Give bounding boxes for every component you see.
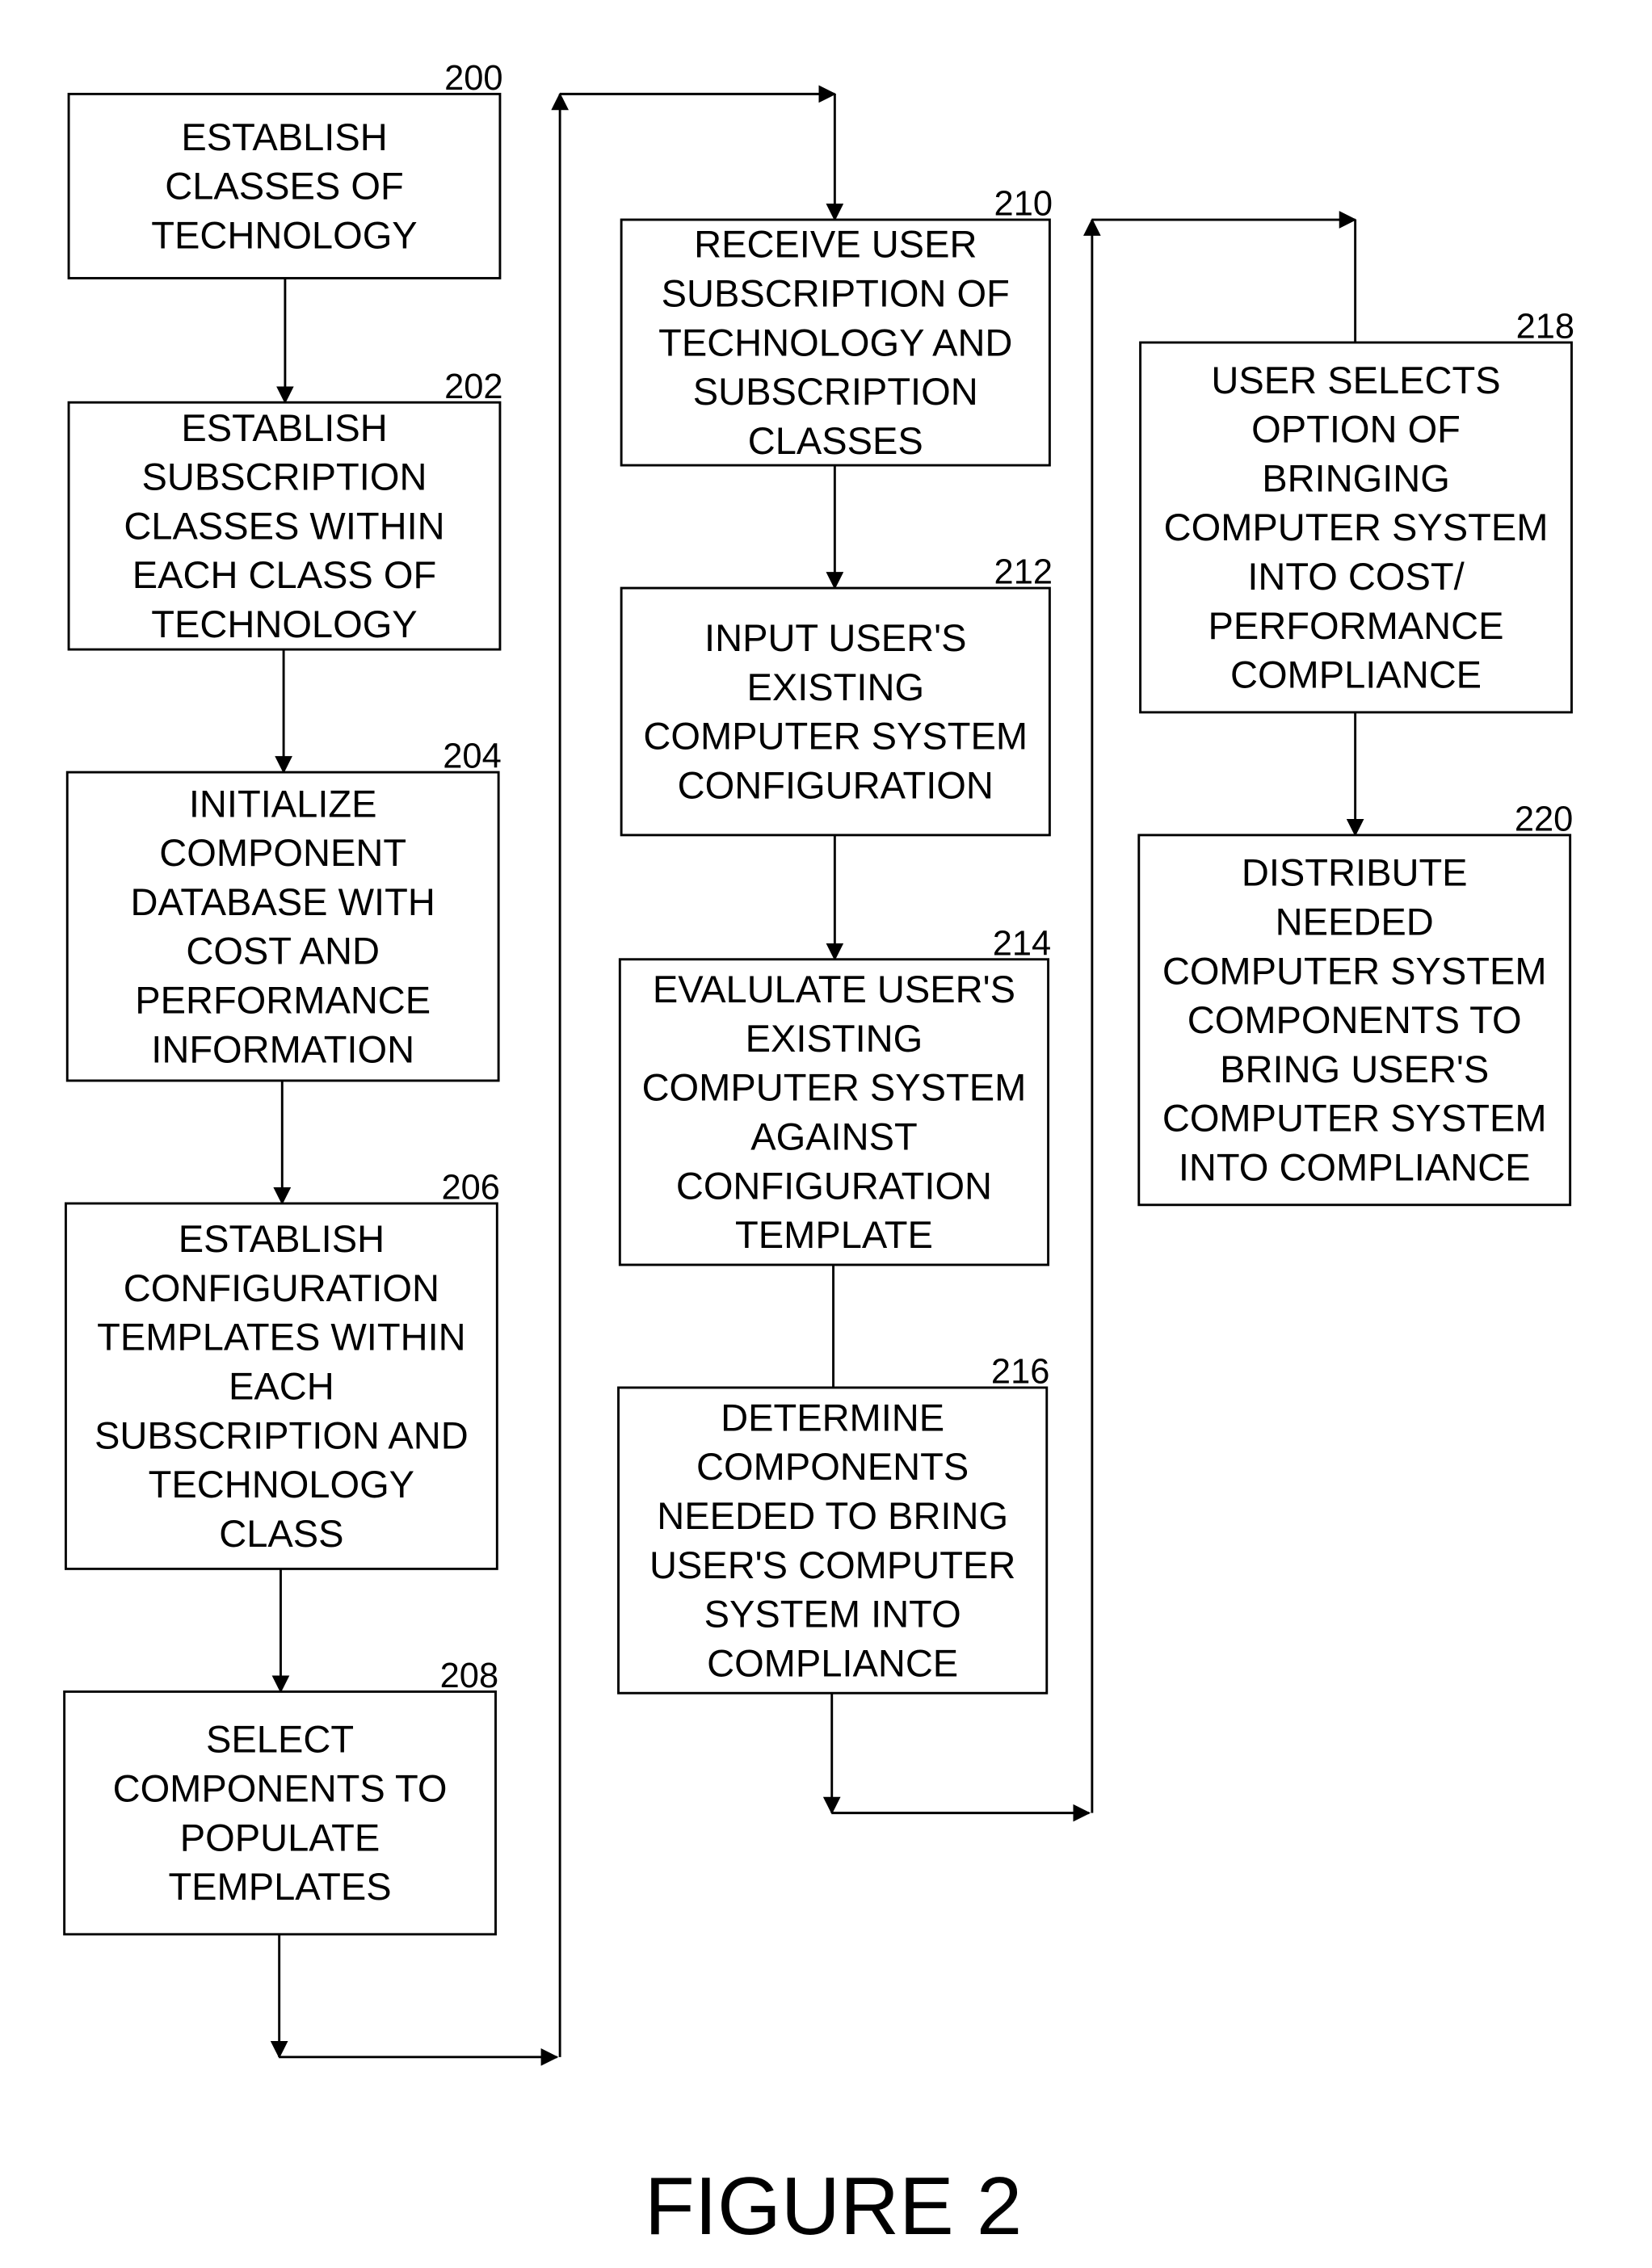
step-text-line: COST AND (186, 930, 380, 972)
step-text-line: INITIALIZE (189, 782, 377, 825)
step-text-line: NEEDED TO BRING (657, 1494, 1008, 1537)
step-text-line: AGAINST (750, 1115, 918, 1158)
step-text-line: SUBSCRIPTION (142, 456, 427, 498)
step-text-line: USER SELECTS (1211, 359, 1500, 401)
step-text-line: NEEDED (1276, 901, 1434, 943)
step-text-line: CLASS (219, 1512, 343, 1555)
step-text-line: ESTABLISH (181, 116, 387, 158)
step-text-line: INTO COST/ (1247, 555, 1465, 598)
step-text-line: SUBSCRIPTION AND (95, 1413, 469, 1456)
step-text-line: PERFORMANCE (1209, 604, 1504, 647)
step-text-line: CONFIGURATION (676, 1164, 992, 1207)
step-text-line: COMPLIANCE (1230, 653, 1482, 696)
step-text-line: COMPUTER SYSTEM (1162, 949, 1547, 992)
step-text-line: DETERMINE (721, 1396, 944, 1438)
step-200: 200 ESTABLISH CLASSES OF TECHNOLOGY (67, 59, 503, 279)
step-text-line: USER'S COMPUTER (649, 1544, 1015, 1586)
step-text-line: COMPUTER SYSTEM (1164, 506, 1549, 548)
step-ref-number: 216 (991, 1353, 1049, 1392)
step-ref-number: 212 (994, 553, 1053, 592)
step-text-line: TEMPLATE (735, 1213, 933, 1256)
step-text-line: INTO COMPLIANCE (1179, 1146, 1531, 1189)
step-text-line: COMPONENTS (696, 1445, 969, 1488)
step-text-line: SUBSCRIPTION OF (662, 272, 1010, 315)
step-text-line: COMPLIANCE (707, 1641, 958, 1684)
step-text-line: CLASSES OF (165, 165, 403, 208)
step-text-line: CONFIGURATION (124, 1266, 439, 1309)
step-text-line: COMPUTER SYSTEM (643, 715, 1028, 758)
step-text-line: COMPONENT (159, 831, 406, 874)
step-208: 208 SELECT COMPONENTS TO POPULATE TEMPLATES (63, 1657, 498, 1936)
step-ref-number: 202 (444, 368, 502, 406)
step-text-line: TECHNOLOGY (151, 213, 417, 256)
step-text-line: SUBSCRIPTION (693, 370, 978, 413)
step-text-line: TEMPLATES WITHIN (97, 1316, 466, 1359)
step-ref-number: 218 (1516, 308, 1574, 346)
step-text-line: EXISTING (746, 666, 924, 708)
step-218: 218 USER SELECTS OPTION OF BRINGING COMPUTER… (1139, 308, 1574, 714)
step-ref-number: 210 (994, 185, 1053, 224)
step-ref-number: 208 (440, 1657, 498, 1695)
step-text-line: BRING USER'S (1220, 1048, 1489, 1090)
step-text-line: TEMPLATES (168, 1865, 391, 1908)
step-ref-number: 220 (1515, 800, 1573, 838)
step-204: 204 INITIALIZE COMPONENT DATABASE WITH COST … (65, 737, 502, 1082)
step-text-line: COMPONENTS TO (1188, 998, 1522, 1041)
step-text-line: EVALULATE USER'S (653, 968, 1015, 1010)
figure-caption: FIGURE 2 (645, 2161, 1022, 2252)
step-206: 206 ESTABLISH CONFIGURATION TEMPLATES WITHI… (64, 1169, 500, 1570)
step-text-line: INPUT USER'S (704, 616, 966, 659)
step-text-line: CONFIGURATION (678, 763, 994, 806)
step-text-line: EXISTING (746, 1017, 923, 1060)
step-text-line: EACH (229, 1364, 334, 1407)
step-text-line: TECHNOLOGY AND (658, 321, 1012, 363)
step-220: 220 DISTRIBUTE NEEDED COMPUTER SYSTEM COMPON… (1137, 800, 1573, 1207)
flowchart: 200 ESTABLISH CLASSES OF TECHNOLOGY 202 ESTAB… (63, 59, 1574, 2252)
step-210: 210 RECEIVE USER SUBSCRIPTION OF TECHNOLOGY… (620, 185, 1053, 467)
step-ref-number: 200 (444, 59, 502, 98)
step-text-line: COMPUTER SYSTEM (642, 1066, 1027, 1109)
step-text-line: ESTABLISH (181, 406, 387, 449)
step-212: 212 INPUT USER'S EXISTING COMPUTER SYSTEM CO… (620, 553, 1053, 837)
step-text-line: PERFORMANCE (135, 979, 431, 1022)
step-202: 202 ESTABLISH SUBSCRIPTION CLASSES WITHIN EA… (67, 368, 503, 651)
step-text-line: COMPONENTS TO (113, 1767, 448, 1810)
step-text-line: INFORMATION (151, 1027, 414, 1070)
step-text-line: COMPUTER SYSTEM (1162, 1097, 1547, 1140)
step-text-line: SELECT (206, 1718, 354, 1761)
step-text-line: RECEIVE USER (694, 223, 977, 266)
step-text-line: SYSTEM INTO (704, 1593, 961, 1636)
step-ref-number: 204 (443, 737, 501, 776)
step-216: 216 DETERMINE COMPONENTS NEEDED TO BRING USE… (617, 1353, 1049, 1695)
step-text-line: EACH CLASS OF (132, 553, 436, 596)
step-text-line: CLASSES WITHIN (124, 504, 444, 547)
step-214: 214 EVALULATE USER'S EXISTING COMPUTER SYST… (618, 924, 1051, 1266)
step-text-line: BRINGING (1262, 456, 1450, 499)
step-text-line: TECHNOLOGY (151, 603, 417, 645)
step-text-line: CLASSES (748, 419, 923, 462)
step-text-line: DISTRIBUTE (1242, 851, 1468, 894)
step-ref-number: 206 (441, 1169, 499, 1208)
step-text-line: DATABASE WITH (131, 880, 435, 923)
step-text-line: POPULATE (180, 1816, 380, 1858)
step-text-line: ESTABLISH (179, 1217, 385, 1260)
step-text-line: OPTION OF (1251, 408, 1461, 451)
step-boxes: 200 ESTABLISH CLASSES OF TECHNOLOGY 202 ESTAB… (63, 59, 1574, 1936)
step-ref-number: 214 (993, 924, 1051, 963)
step-text-line: TECHNOLOGY (149, 1463, 414, 1506)
